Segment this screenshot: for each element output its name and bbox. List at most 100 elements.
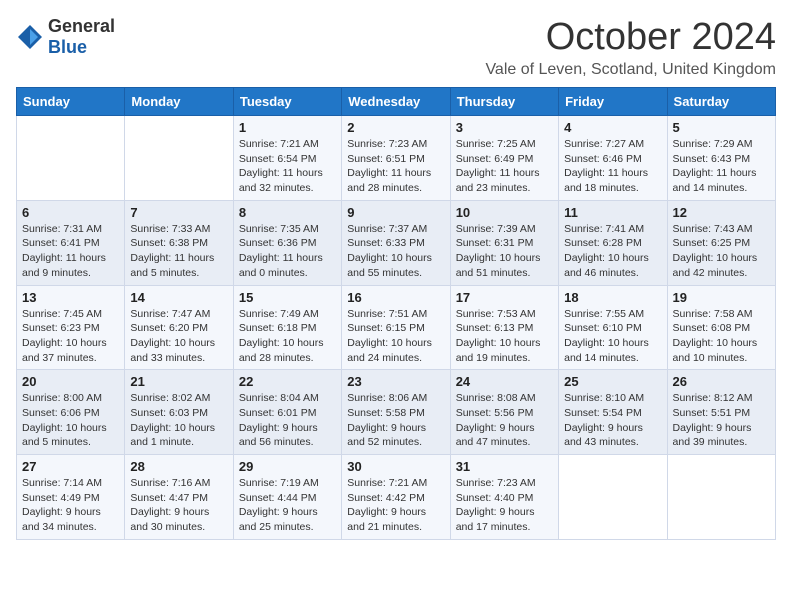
day-info: Sunrise: 7:53 AMSunset: 6:13 PMDaylight:…	[456, 307, 553, 366]
day-number: 31	[456, 459, 553, 474]
day-info: Sunrise: 8:00 AMSunset: 6:06 PMDaylight:…	[22, 391, 119, 450]
day-cell: 27 Sunrise: 7:14 AMSunset: 4:49 PMDayligh…	[17, 455, 125, 540]
header-cell-saturday: Saturday	[667, 88, 775, 116]
day-info: Sunrise: 7:21 AMSunset: 4:42 PMDaylight:…	[347, 476, 444, 535]
day-cell: 26 Sunrise: 8:12 AMSunset: 5:51 PMDayligh…	[667, 370, 775, 455]
day-cell: 11 Sunrise: 7:41 AMSunset: 6:28 PMDayligh…	[559, 200, 667, 285]
day-cell	[667, 455, 775, 540]
day-number: 1	[239, 120, 336, 135]
day-cell: 1 Sunrise: 7:21 AMSunset: 6:54 PMDaylight…	[233, 116, 341, 201]
day-cell: 22 Sunrise: 8:04 AMSunset: 6:01 PMDayligh…	[233, 370, 341, 455]
day-info: Sunrise: 7:25 AMSunset: 6:49 PMDaylight:…	[456, 137, 553, 196]
day-cell: 6 Sunrise: 7:31 AMSunset: 6:41 PMDaylight…	[17, 200, 125, 285]
day-cell: 16Sunrise: 7:51 AMSunset: 6:15 PMDayligh…	[342, 285, 450, 370]
day-info: Sunrise: 8:12 AMSunset: 5:51 PMDaylight:…	[673, 391, 770, 450]
day-number: 11	[564, 205, 661, 220]
day-number: 26	[673, 374, 770, 389]
day-info: Sunrise: 7:41 AMSunset: 6:28 PMDaylight:…	[564, 222, 661, 281]
header-cell-thursday: Thursday	[450, 88, 558, 116]
day-cell: 24 Sunrise: 8:08 AMSunset: 5:56 PMDayligh…	[450, 370, 558, 455]
day-number: 23	[347, 374, 444, 389]
day-number: 3	[456, 120, 553, 135]
day-info: Sunrise: 7:21 AMSunset: 6:54 PMDaylight:…	[239, 137, 336, 196]
day-cell: 12 Sunrise: 7:43 AMSunset: 6:25 PMDayligh…	[667, 200, 775, 285]
day-info: Sunrise: 8:08 AMSunset: 5:56 PMDaylight:…	[456, 391, 553, 450]
day-info: Sunrise: 7:31 AMSunset: 6:41 PMDaylight:…	[22, 222, 119, 281]
day-cell: 9 Sunrise: 7:37 AMSunset: 6:33 PMDaylight…	[342, 200, 450, 285]
day-info: Sunrise: 7:35 AMSunset: 6:36 PMDaylight:…	[239, 222, 336, 281]
day-number: 25	[564, 374, 661, 389]
day-info: Sunrise: 7:27 AMSunset: 6:46 PMDaylight:…	[564, 137, 661, 196]
day-cell: 3 Sunrise: 7:25 AMSunset: 6:49 PMDaylight…	[450, 116, 558, 201]
day-number: 19	[673, 290, 770, 305]
day-info: Sunrise: 8:06 AMSunset: 5:58 PMDaylight:…	[347, 391, 444, 450]
header-cell-monday: Monday	[125, 88, 233, 116]
day-info: Sunrise: 7:19 AMSunset: 4:44 PMDaylight:…	[239, 476, 336, 535]
day-number: 20	[22, 374, 119, 389]
day-info: Sunrise: 8:04 AMSunset: 6:01 PMDaylight:…	[239, 391, 336, 450]
day-number: 15	[239, 290, 336, 305]
day-cell: 20 Sunrise: 8:00 AMSunset: 6:06 PMDayligh…	[17, 370, 125, 455]
day-info: Sunrise: 8:02 AMSunset: 6:03 PMDaylight:…	[130, 391, 227, 450]
week-row-5: 27 Sunrise: 7:14 AMSunset: 4:49 PMDayligh…	[17, 455, 776, 540]
day-info: Sunrise: 7:23 AMSunset: 6:51 PMDaylight:…	[347, 137, 444, 196]
day-number: 6	[22, 205, 119, 220]
day-info: Sunrise: 7:16 AMSunset: 4:47 PMDaylight:…	[130, 476, 227, 535]
day-number: 30	[347, 459, 444, 474]
header: General Blue October 2024 Vale of Leven,…	[16, 16, 776, 79]
day-number: 12	[673, 205, 770, 220]
day-cell: 7 Sunrise: 7:33 AMSunset: 6:38 PMDaylight…	[125, 200, 233, 285]
month-title: October 2024	[485, 16, 776, 59]
day-number: 5	[673, 120, 770, 135]
week-row-3: 13 Sunrise: 7:45 AMSunset: 6:23 PMDayligh…	[17, 285, 776, 370]
day-cell: 19Sunrise: 7:58 AMSunset: 6:08 PMDayligh…	[667, 285, 775, 370]
day-cell: 2 Sunrise: 7:23 AMSunset: 6:51 PMDaylight…	[342, 116, 450, 201]
day-cell: 5 Sunrise: 7:29 AMSunset: 6:43 PMDaylight…	[667, 116, 775, 201]
day-cell	[559, 455, 667, 540]
day-cell: 4Sunrise: 7:27 AMSunset: 6:46 PMDaylight…	[559, 116, 667, 201]
day-number: 21	[130, 374, 227, 389]
day-info: Sunrise: 7:14 AMSunset: 4:49 PMDaylight:…	[22, 476, 119, 535]
logo-blue: Blue	[48, 37, 87, 57]
day-info: Sunrise: 7:55 AMSunset: 6:10 PMDaylight:…	[564, 307, 661, 366]
day-number: 9	[347, 205, 444, 220]
logo-general: General	[48, 16, 115, 36]
day-cell: 10Sunrise: 7:39 AMSunset: 6:31 PMDayligh…	[450, 200, 558, 285]
week-row-2: 6 Sunrise: 7:31 AMSunset: 6:41 PMDaylight…	[17, 200, 776, 285]
day-number: 17	[456, 290, 553, 305]
week-row-4: 20 Sunrise: 8:00 AMSunset: 6:06 PMDayligh…	[17, 370, 776, 455]
day-number: 22	[239, 374, 336, 389]
day-info: Sunrise: 7:37 AMSunset: 6:33 PMDaylight:…	[347, 222, 444, 281]
day-number: 24	[456, 374, 553, 389]
day-info: Sunrise: 7:29 AMSunset: 6:43 PMDaylight:…	[673, 137, 770, 196]
day-number: 27	[22, 459, 119, 474]
day-info: Sunrise: 7:39 AMSunset: 6:31 PMDaylight:…	[456, 222, 553, 281]
header-cell-wednesday: Wednesday	[342, 88, 450, 116]
day-cell: 21 Sunrise: 8:02 AMSunset: 6:03 PMDayligh…	[125, 370, 233, 455]
logo-icon	[16, 23, 44, 51]
day-cell: 15Sunrise: 7:49 AMSunset: 6:18 PMDayligh…	[233, 285, 341, 370]
day-cell: 23 Sunrise: 8:06 AMSunset: 5:58 PMDayligh…	[342, 370, 450, 455]
day-number: 7	[130, 205, 227, 220]
day-cell: 14 Sunrise: 7:47 AMSunset: 6:20 PMDayligh…	[125, 285, 233, 370]
day-cell: 17 Sunrise: 7:53 AMSunset: 6:13 PMDayligh…	[450, 285, 558, 370]
day-info: Sunrise: 7:45 AMSunset: 6:23 PMDaylight:…	[22, 307, 119, 366]
day-number: 8	[239, 205, 336, 220]
day-info: Sunrise: 7:43 AMSunset: 6:25 PMDaylight:…	[673, 222, 770, 281]
calendar-body: 1 Sunrise: 7:21 AMSunset: 6:54 PMDaylight…	[17, 116, 776, 540]
day-info: Sunrise: 8:10 AMSunset: 5:54 PMDaylight:…	[564, 391, 661, 450]
day-number: 29	[239, 459, 336, 474]
day-cell: 28Sunrise: 7:16 AMSunset: 4:47 PMDayligh…	[125, 455, 233, 540]
day-info: Sunrise: 7:33 AMSunset: 6:38 PMDaylight:…	[130, 222, 227, 281]
day-cell: 30 Sunrise: 7:21 AMSunset: 4:42 PMDayligh…	[342, 455, 450, 540]
day-info: Sunrise: 7:47 AMSunset: 6:20 PMDaylight:…	[130, 307, 227, 366]
logo-text: General Blue	[48, 16, 115, 58]
header-row: SundayMondayTuesdayWednesdayThursdayFrid…	[17, 88, 776, 116]
day-info: Sunrise: 7:51 AMSunset: 6:15 PMDaylight:…	[347, 307, 444, 366]
day-number: 14	[130, 290, 227, 305]
title-area: October 2024 Vale of Leven, Scotland, Un…	[485, 16, 776, 79]
header-cell-sunday: Sunday	[17, 88, 125, 116]
day-number: 13	[22, 290, 119, 305]
day-number: 2	[347, 120, 444, 135]
day-number: 18	[564, 290, 661, 305]
